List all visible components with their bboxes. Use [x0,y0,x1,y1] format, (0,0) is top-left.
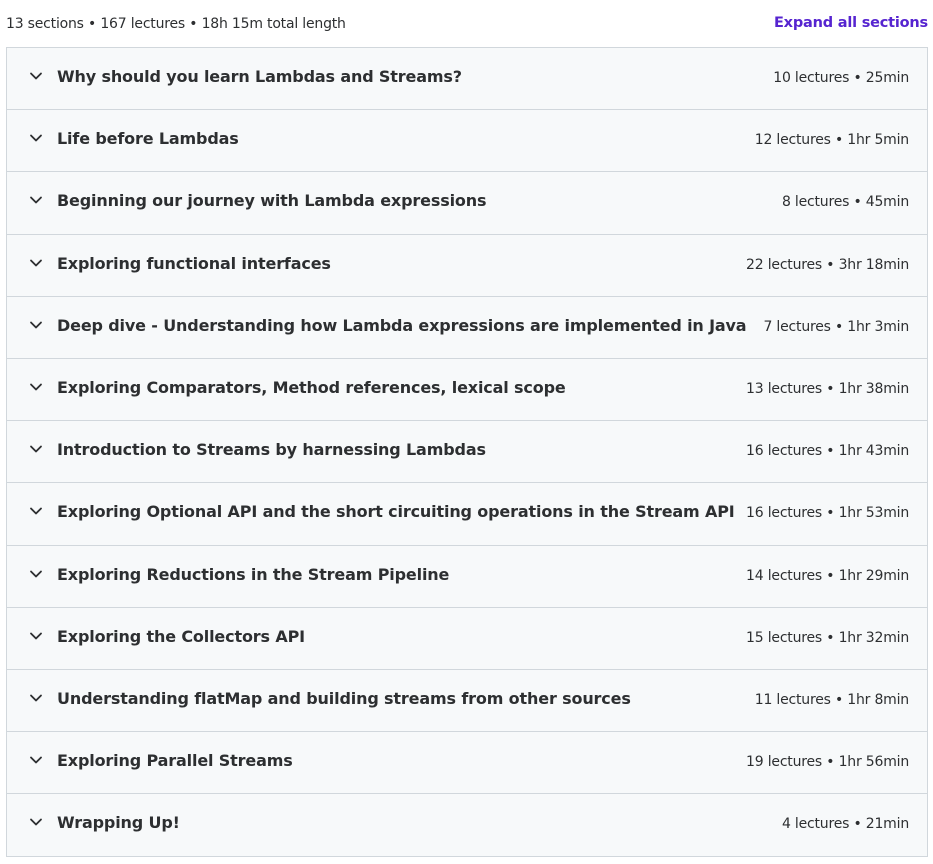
chevron-down-icon [29,817,45,829]
curriculum-section[interactable]: Exploring functional interfaces 22 lectur… [7,234,927,297]
section-title: Exploring Reductions in the Stream Pipel… [57,564,450,584]
curriculum-section[interactable]: Life before Lambdas 12 lectures • 1hr 5mi… [7,110,927,173]
section-title: Life before Lambdas [57,129,239,149]
curriculum-section[interactable]: Understanding flatMap and building strea… [7,669,927,733]
curriculum-section[interactable]: Why should you learn Lambdas and Streams… [7,48,927,111]
section-title: Exploring the Collectors API [57,626,305,646]
section-title: Deep dive - Understanding how Lambda exp… [57,315,747,335]
curriculum-section[interactable]: Deep dive - Understanding how Lambda exp… [7,296,927,359]
expand-all-sections-button[interactable]: Expand all sections [774,15,928,31]
chevron-down-icon [29,195,45,207]
chevron-down-icon [29,258,45,270]
section-lecture-count: 13 lectures • 1hr 38min [746,380,909,397]
section-lecture-count: 4 lectures • 21min [781,816,909,833]
section-title: Why should you learn Lambdas and Streams… [57,67,462,86]
curriculum-section[interactable]: Exploring the Collectors API 15 lectures … [7,607,927,670]
chevron-down-icon [29,444,45,456]
section-title: Understanding flatMap and building strea… [57,688,631,708]
section-title: Exploring functional interfaces [57,253,331,273]
chevron-down-icon [29,755,45,767]
curriculum-section[interactable]: Exploring Optional API and the short cir… [7,483,927,546]
section-lecture-count: 14 lectures • 1hr 29min [746,567,909,584]
curriculum-summary: 13 sections • 167 lectures • 18h 15m tot… [6,16,346,32]
section-lecture-count: 8 lectures • 45min [781,194,909,211]
curriculum-section-list: Why should you learn Lambdas and Streams… [6,47,928,858]
chevron-down-icon [29,382,45,394]
curriculum-section[interactable]: Beginning our journey with Lambda expres… [7,172,927,235]
section-lecture-count: 16 lectures • 1hr 53min [746,505,909,522]
section-lecture-count: 10 lectures • 25min [773,70,909,86]
chevron-down-icon [29,320,45,332]
section-title: Exploring Comparators, Method references… [57,377,566,397]
section-title: Beginning our journey with Lambda expres… [57,191,487,211]
section-title: Introduction to Streams by harnessing La… [57,440,486,460]
section-lecture-count: 11 lectures • 1hr 8min [754,691,909,708]
chevron-down-icon [29,506,45,518]
section-lecture-count: 16 lectures • 1hr 43min [746,443,909,460]
section-lecture-count: 15 lectures • 1hr 32min [746,629,909,646]
curriculum-summary-bar: 13 sections • 167 lectures • 18h 15m tot… [0,0,933,48]
section-lecture-count: 19 lectures • 1hr 56min [746,754,909,771]
curriculum-section[interactable]: Introduction to Streams by harnessing La… [7,421,927,484]
chevron-down-icon [29,693,45,705]
section-title: Exploring Optional API and the short cir… [57,502,735,522]
curriculum-section[interactable]: Exploring Reductions in the Stream Pipel… [7,545,927,608]
section-title: Exploring Parallel Streams [57,751,293,771]
curriculum-section[interactable]: Wrapping Up! 4 lectures • 21min [7,794,927,857]
curriculum-section[interactable]: Exploring Comparators, Method references… [7,358,927,422]
section-lecture-count: 12 lectures • 1hr 5min [754,132,909,149]
section-lecture-count: 7 lectures • 1hr 3min [763,318,909,335]
chevron-down-icon [29,569,45,581]
chevron-down-icon [29,631,45,643]
curriculum-section[interactable]: Exploring Parallel Streams 19 lectures • … [7,732,927,795]
section-lecture-count: 22 lectures • 3hr 18min [746,256,909,273]
chevron-down-icon [29,133,45,145]
section-title: Wrapping Up! [57,813,180,833]
chevron-down-icon [29,71,45,83]
